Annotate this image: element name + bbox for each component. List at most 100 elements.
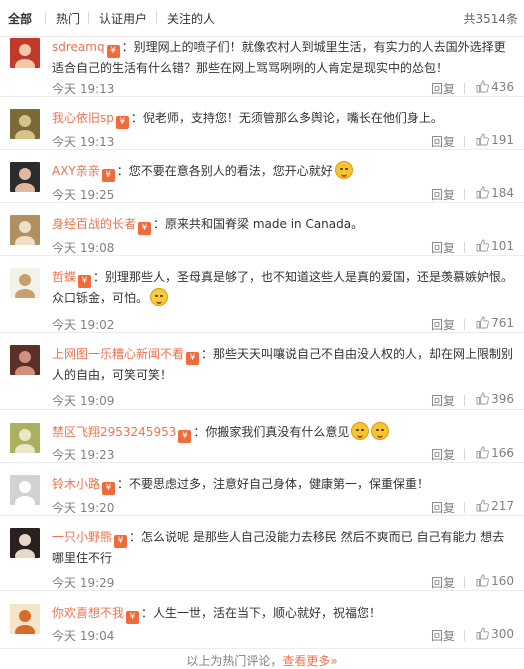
like-button[interactable]: 101 <box>476 239 514 253</box>
vip-badge-icon: ¥ <box>126 611 140 624</box>
like-button[interactable]: 191 <box>476 133 514 147</box>
thumbs-up-icon <box>476 239 489 252</box>
user-avatar[interactable] <box>10 475 40 505</box>
user-name-link[interactable]: 铃木小路 <box>52 477 100 491</box>
action-divider <box>464 189 465 200</box>
comment-text: ：别理那些人，圣母真是够了，也不知道这些人是真的爱国，还是羡慕嫉妒恨。众口铄金，… <box>52 270 514 305</box>
comment-item: AXY亲亲 ¥ ：您不要在意各别人的看法，您开心就好 今天 19:25 回复 184 <box>0 155 524 203</box>
comment-body: 铃木小路 ¥ ：不要思虑过多，注意好自己身体，健康第一，保重保重！ <box>52 474 514 495</box>
thumbs-up-icon <box>476 574 489 587</box>
reply-button[interactable]: 回复 <box>431 133 455 150</box>
comment-time: 今天 19:04 <box>52 629 115 643</box>
tab-divider <box>88 12 89 24</box>
vip-badge-icon: ¥ <box>138 222 152 235</box>
comment-time: 今天 19:13 <box>52 135 115 149</box>
like-count: 101 <box>491 239 514 253</box>
like-count: 191 <box>491 133 514 147</box>
user-name-link[interactable]: 你欢喜想不我 <box>52 606 124 620</box>
action-divider <box>464 395 465 406</box>
reply-button[interactable]: 回复 <box>431 392 455 409</box>
comment-time: 今天 19:25 <box>52 188 115 202</box>
vip-badge-icon: ¥ <box>186 352 200 365</box>
comment-time: 今天 19:13 <box>52 82 115 96</box>
like-button[interactable]: 300 <box>476 627 514 641</box>
action-divider <box>464 449 465 460</box>
user-avatar[interactable] <box>10 38 40 68</box>
thumbs-up-icon <box>476 80 489 93</box>
comment-body: 哲蝶 ¥ ：别理那些人，圣母真是够了，也不知道这些人是真的爱国，还是羡慕嫉妒恨。众口… <box>52 267 514 309</box>
vip-badge-icon: ¥ <box>101 169 115 182</box>
reply-button[interactable]: 回复 <box>431 574 455 591</box>
user-name-link[interactable]: 上网图一乐糟心新闻不看 <box>52 347 184 361</box>
comment-footer: 以上为热门评论，查看更多» <box>0 652 524 669</box>
comment-body: 身经百战的长者 ¥ ：原来共和国脊梁 made in Canada。 <box>52 214 514 235</box>
user-name-link[interactable]: sdreamq <box>52 40 105 54</box>
like-count: 166 <box>491 446 514 460</box>
reply-button[interactable]: 回复 <box>431 80 455 97</box>
see-more-link[interactable]: 查看更多» <box>282 654 337 668</box>
like-count: 436 <box>491 80 514 94</box>
thumbs-up-icon <box>476 133 489 146</box>
reply-button[interactable]: 回复 <box>431 446 455 463</box>
user-avatar[interactable] <box>10 268 40 298</box>
thumbs-up-icon <box>476 499 489 512</box>
like-count: 160 <box>491 574 514 588</box>
thumbs-up-icon <box>476 392 489 405</box>
comment-body: 你欢喜想不我 ¥ ：人生一世，活在当下，顺心就好，祝福您！ <box>52 603 514 624</box>
user-name-link[interactable]: 我心依旧sp <box>52 111 114 125</box>
user-name-link[interactable]: AXY亲亲 <box>52 164 100 178</box>
like-button[interactable]: 396 <box>476 392 514 406</box>
like-button[interactable]: 436 <box>476 80 514 94</box>
user-name-link[interactable]: 哲蝶 <box>52 270 76 284</box>
user-name-link[interactable]: 身经百战的长者 <box>52 217 136 231</box>
user-avatar[interactable] <box>10 162 40 192</box>
tab-divider <box>156 12 157 24</box>
comment-item: 一只小野熊 ¥ ：怎么说呢 是那些人自己没能力去移民 然后不爽而已 自己有能力 想去… <box>0 521 524 591</box>
comment-text: ：不要思虑过多，注意好自己身体，健康第一，保重保重！ <box>117 477 430 491</box>
comment-body: AXY亲亲 ¥ ：您不要在意各别人的看法，您开心就好 <box>52 161 514 182</box>
tab-verified[interactable]: 认证用户 <box>99 10 147 27</box>
like-button[interactable]: 184 <box>476 186 514 200</box>
user-avatar[interactable] <box>10 423 40 453</box>
emoji-icon <box>150 288 169 306</box>
comment-time: 今天 19:08 <box>52 241 115 255</box>
comment-body: 禁区飞翔2953245953 ¥ ：你搬家我们真没有什么意见 <box>52 422 514 443</box>
user-name-link[interactable]: 禁区飞翔2953245953 <box>52 425 176 439</box>
tab-following[interactable]: 关注的人 <box>167 10 215 27</box>
emoji-icon <box>351 422 370 440</box>
vip-badge-icon: ¥ <box>114 535 128 548</box>
user-avatar[interactable] <box>10 528 40 558</box>
comment-total: 共3514条 <box>463 12 518 26</box>
comment-time: 今天 19:20 <box>52 501 115 515</box>
like-count: 396 <box>491 392 514 406</box>
comment-body: sdreamq ¥ ：别理网上的喷子们！就像农村人到城里生活，有实力的人去国外选择更… <box>52 37 514 79</box>
vip-badge-icon: ¥ <box>115 116 129 129</box>
vip-badge-icon: ¥ <box>102 482 116 495</box>
user-avatar[interactable] <box>10 215 40 245</box>
tab-all[interactable]: 全部 <box>8 10 32 27</box>
like-button[interactable]: 217 <box>476 499 514 513</box>
like-count: 217 <box>491 499 514 513</box>
user-avatar[interactable] <box>10 109 40 139</box>
reply-button[interactable]: 回复 <box>431 186 455 203</box>
comment-item: 我心依旧sp ¥ ：倪老师，支持您！无须管那么多舆论，嘴长在他们身上。 今天 19:… <box>0 102 524 150</box>
tab-hot[interactable]: 热门 <box>56 10 80 27</box>
like-button[interactable]: 166 <box>476 446 514 460</box>
user-avatar[interactable] <box>10 604 40 634</box>
action-divider <box>464 319 465 330</box>
comment-text: ：您不要在意各别人的看法，您开心就好 <box>116 164 333 178</box>
vip-badge-icon: ¥ <box>106 45 120 58</box>
reply-button[interactable]: 回复 <box>431 627 455 644</box>
user-avatar[interactable] <box>10 345 40 375</box>
like-count: 300 <box>491 627 514 641</box>
like-button[interactable]: 761 <box>476 316 514 330</box>
reply-button[interactable]: 回复 <box>431 316 455 333</box>
reply-button[interactable]: 回复 <box>431 499 455 516</box>
like-button[interactable]: 160 <box>476 574 514 588</box>
user-name-link[interactable]: 一只小野熊 <box>52 530 112 544</box>
comment-item: 你欢喜想不我 ¥ ：人生一世，活在当下，顺心就好，祝福您！ 今天 19:04 回复 … <box>0 596 524 649</box>
comment-item: 铃木小路 ¥ ：不要思虑过多，注意好自己身体，健康第一，保重保重！ 今天 19:20… <box>0 468 524 516</box>
comment-item: 禁区飞翔2953245953 ¥ ：你搬家我们真没有什么意见 今天 19:23 回复… <box>0 415 524 463</box>
reply-button[interactable]: 回复 <box>431 239 455 256</box>
action-divider <box>464 83 465 94</box>
